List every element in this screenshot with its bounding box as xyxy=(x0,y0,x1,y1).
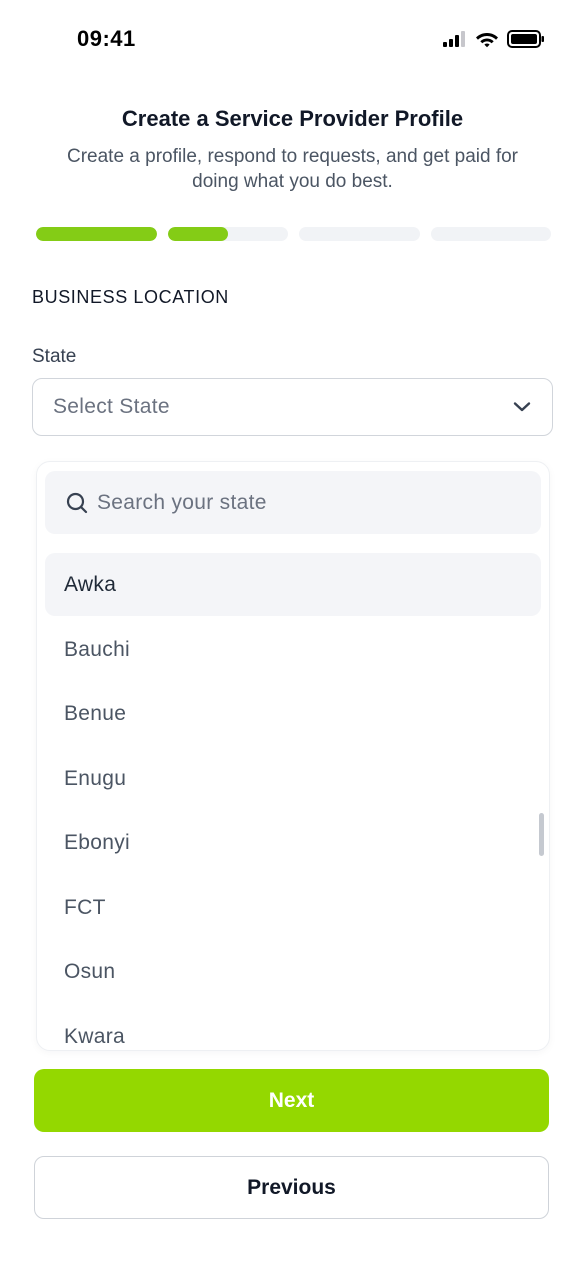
next-button[interactable]: Next xyxy=(34,1069,549,1132)
page-subtitle: Create a profile, respond to requests, a… xyxy=(67,146,518,192)
status-time: 09:41 xyxy=(77,26,136,51)
state-search-input[interactable]: Search your state xyxy=(45,471,541,534)
state-option[interactable]: Benue xyxy=(45,682,541,747)
progress-step-3 xyxy=(299,227,420,241)
status-bar: 09:41 xyxy=(0,0,585,80)
section-label: BUSINESS LOCATION xyxy=(32,287,229,307)
state-option[interactable]: Bauchi xyxy=(45,618,541,683)
battery-icon xyxy=(507,30,544,48)
state-option[interactable]: Enugu xyxy=(45,747,541,812)
state-dropdown: Search your state Awka Bauchi Benue Enugu Eb… xyxy=(36,461,550,1051)
state-option[interactable]: Kwara xyxy=(45,1005,541,1051)
state-select[interactable]: Select State xyxy=(32,378,553,436)
progress-stepper xyxy=(36,227,551,241)
state-option[interactable]: Awka xyxy=(45,553,541,616)
state-option-list: Awka Bauchi Benue Enugu Ebonyi FCT Osun Kwara xyxy=(45,553,541,1051)
progress-step-2 xyxy=(167,227,288,241)
dropdown-scrollbar[interactable] xyxy=(539,813,544,856)
search-icon xyxy=(66,492,88,513)
page-header: Create a Service Provider Profile Create… xyxy=(0,106,585,194)
progress-step-4 xyxy=(430,227,551,241)
progress-step-1 xyxy=(36,227,157,241)
page-title: Create a Service Provider Profile xyxy=(121,106,464,131)
status-icons xyxy=(443,30,545,48)
state-option[interactable]: Osun xyxy=(45,940,541,1005)
progress-step-fill xyxy=(36,227,157,241)
state-label: State xyxy=(32,346,77,367)
wifi-icon xyxy=(476,33,498,48)
search-placeholder: Search your state xyxy=(97,490,267,514)
cellular-signal-icon xyxy=(443,31,465,47)
state-option[interactable]: FCT xyxy=(45,876,541,941)
state-option[interactable]: Ebonyi xyxy=(45,811,541,876)
previous-button[interactable]: Previous xyxy=(34,1156,549,1219)
progress-step-fill xyxy=(167,227,228,241)
chevron-down-icon xyxy=(513,402,531,412)
state-select-placeholder: Select State xyxy=(53,395,170,418)
